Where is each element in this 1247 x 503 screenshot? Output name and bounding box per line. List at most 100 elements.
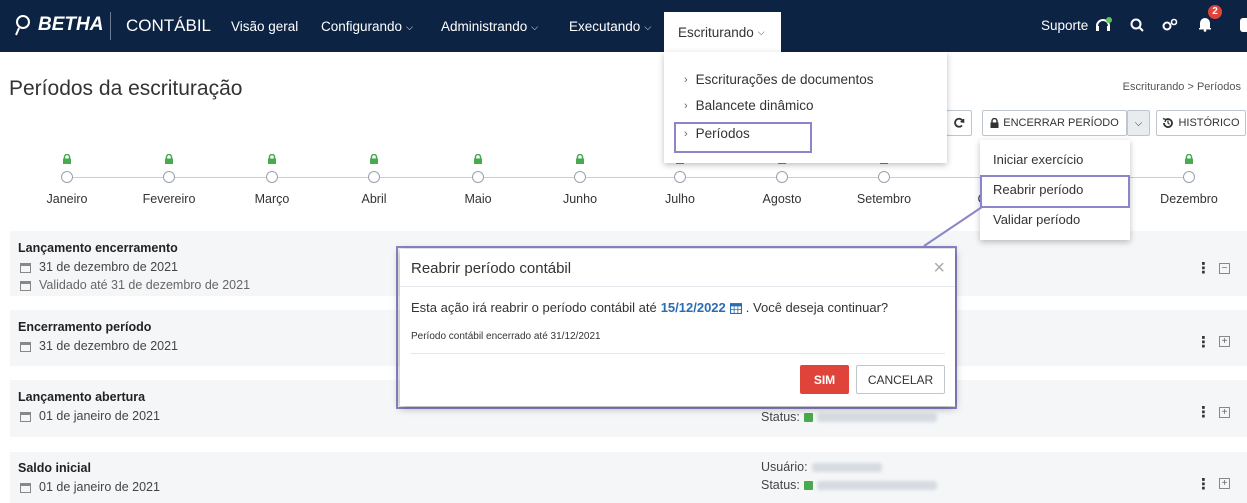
calendar-icon [20, 280, 31, 291]
breadcrumb[interactable]: Escriturando > Períodos [1123, 81, 1241, 93]
chevron-right-icon: › [684, 99, 688, 112]
nav-escriturando[interactable]: Escriturando ⌵ [664, 12, 781, 52]
search-icon[interactable] [1130, 18, 1144, 32]
lock-icon [1185, 154, 1193, 164]
close-period-dropdown-toggle[interactable]: ⌵ [1127, 110, 1150, 136]
timeline-dot[interactable] [1183, 171, 1195, 183]
top-navbar: BETHA CONTÁBIL Visão geral Configurando … [0, 0, 1247, 52]
lock-icon [474, 154, 482, 164]
row-date: 31 de dezembro de 2021 [20, 339, 178, 353]
status-value-redacted [816, 480, 937, 490]
timeline-dot[interactable] [472, 171, 484, 183]
periodos-highlight [674, 122, 812, 153]
support-label: Suporte [1041, 17, 1089, 33]
timeline-month-label[interactable]: Janeiro [47, 192, 88, 206]
calendar-icon[interactable] [729, 302, 742, 314]
calendar-icon [20, 411, 31, 422]
confirm-button[interactable]: SIM [800, 365, 849, 394]
timeline-dot[interactable] [776, 171, 788, 183]
brand-name: BETHA [38, 14, 104, 35]
row-title: Lançamento encerramento [18, 241, 178, 255]
nav-item-label: Executando [569, 19, 641, 34]
divider [400, 286, 955, 287]
timeline-dot[interactable] [878, 171, 890, 183]
nav-item-label: Visão geral [231, 19, 299, 34]
dialog-subtext: Período contábil encerrado até 31/12/202… [411, 331, 601, 342]
chevron-down-icon: ⌵ [644, 22, 652, 32]
timeline-month-label[interactable]: Março [255, 192, 290, 206]
bell-icon[interactable] [1198, 16, 1212, 32]
notification-badge: 2 [1208, 5, 1222, 19]
timeline-month-label[interactable]: Agosto [763, 192, 802, 206]
row-menu-icon[interactable]: ⋮ [1196, 403, 1211, 421]
row-status: Status: [761, 410, 937, 424]
timeline-month-label[interactable]: Maio [464, 192, 491, 206]
history-button[interactable]: HISTÓRICO [1156, 110, 1246, 136]
calendar-icon [20, 262, 31, 273]
row-validated: Validado até 31 de dezembro de 2021 [20, 278, 250, 292]
settings-icon[interactable] [1162, 18, 1178, 32]
timeline-month-label[interactable]: Fevereiro [143, 192, 196, 206]
menu-item-label: Balancete dinâmico [695, 98, 814, 113]
menu-item-iniciar-exercicio[interactable]: Iniciar exercício [993, 152, 1083, 167]
row-date-text: 01 de janeiro de 2021 [39, 480, 160, 494]
history-label: HISTÓRICO [1178, 117, 1240, 129]
timeline-dot[interactable] [368, 171, 380, 183]
message-text-end: . Você deseja continuar? [745, 300, 889, 315]
product-name[interactable]: CONTÁBIL [126, 16, 211, 36]
timeline-month-label[interactable]: Abril [361, 192, 386, 206]
cancel-button[interactable]: CANCELAR [856, 365, 945, 394]
timeline-month-label[interactable]: Julho [665, 192, 695, 206]
menu-item-balancete[interactable]: › Balancete dinâmico [684, 98, 814, 113]
calendar-icon [20, 482, 31, 493]
nav-visao-geral[interactable]: Visão geral [231, 19, 298, 34]
timeline-month-label[interactable]: Dezembro [1160, 192, 1218, 206]
expand-icon[interactable]: + [1219, 336, 1230, 347]
brand-divider [110, 12, 111, 40]
lock-icon [576, 154, 584, 164]
row-menu-icon[interactable]: ⋮ [1196, 475, 1211, 493]
check-icon [803, 480, 813, 490]
lock-icon [370, 154, 378, 164]
expand-icon[interactable]: + [1219, 407, 1230, 418]
reopen-period-dialog: Reabrir período contábil × Esta ação irá… [400, 249, 955, 406]
chevron-down-icon: ⌵ [757, 26, 765, 37]
timeline-dot[interactable] [163, 171, 175, 183]
reabrir-highlight [980, 175, 1130, 208]
refresh-icon [954, 117, 965, 128]
timeline-month-label[interactable]: Setembro [857, 192, 911, 206]
close-period-button[interactable]: ENCERRAR PERÍODO [982, 110, 1127, 136]
support-link[interactable]: Suporte [1041, 17, 1113, 33]
timeline-month-label[interactable]: Junho [563, 192, 597, 206]
nav-executando[interactable]: Executando ⌵ [569, 19, 651, 34]
timeline-dot[interactable] [574, 171, 586, 183]
expand-icon[interactable]: + [1219, 478, 1230, 489]
message-text: Esta ação irá reabrir o período contábil… [411, 300, 657, 315]
row-menu-icon[interactable]: ⋮ [1196, 333, 1211, 351]
dialog-message: Esta ação irá reabrir o período contábil… [411, 300, 888, 315]
chevron-down-icon: ⌵ [406, 22, 413, 32]
refresh-button[interactable] [946, 110, 972, 136]
support-icon [1096, 17, 1113, 31]
timeline-dot[interactable] [266, 171, 278, 183]
status-label: Status: [761, 478, 800, 492]
brand[interactable]: BETHA [14, 14, 103, 36]
user-avatar[interactable] [1240, 18, 1247, 32]
row-date-text: 31 de dezembro de 2021 [39, 260, 178, 274]
row-menu-icon[interactable]: ⋮ [1196, 259, 1211, 277]
nav-administrando[interactable]: Administrando ⌵ [441, 19, 538, 34]
nav-configurando[interactable]: Configurando ⌵ [321, 19, 413, 34]
brand-logo-icon [15, 15, 30, 36]
menu-item-validar-periodo[interactable]: Validar período [993, 212, 1080, 227]
close-icon[interactable]: × [933, 257, 945, 280]
status-value-redacted [816, 412, 937, 422]
collapse-icon[interactable]: − [1219, 263, 1230, 274]
lock-icon [990, 118, 999, 128]
timeline-dot[interactable] [674, 171, 686, 183]
menu-item-escrituracoes[interactable]: › Escriturações de documentos [684, 72, 874, 87]
row-title: Encerramento período [18, 320, 152, 334]
row-validated-text: Validado até 31 de dezembro de 2021 [39, 278, 251, 292]
menu-item-label: Escriturações de documentos [695, 72, 874, 87]
chevron-down-icon: ⌵ [1134, 117, 1143, 129]
timeline-dot[interactable] [61, 171, 73, 183]
